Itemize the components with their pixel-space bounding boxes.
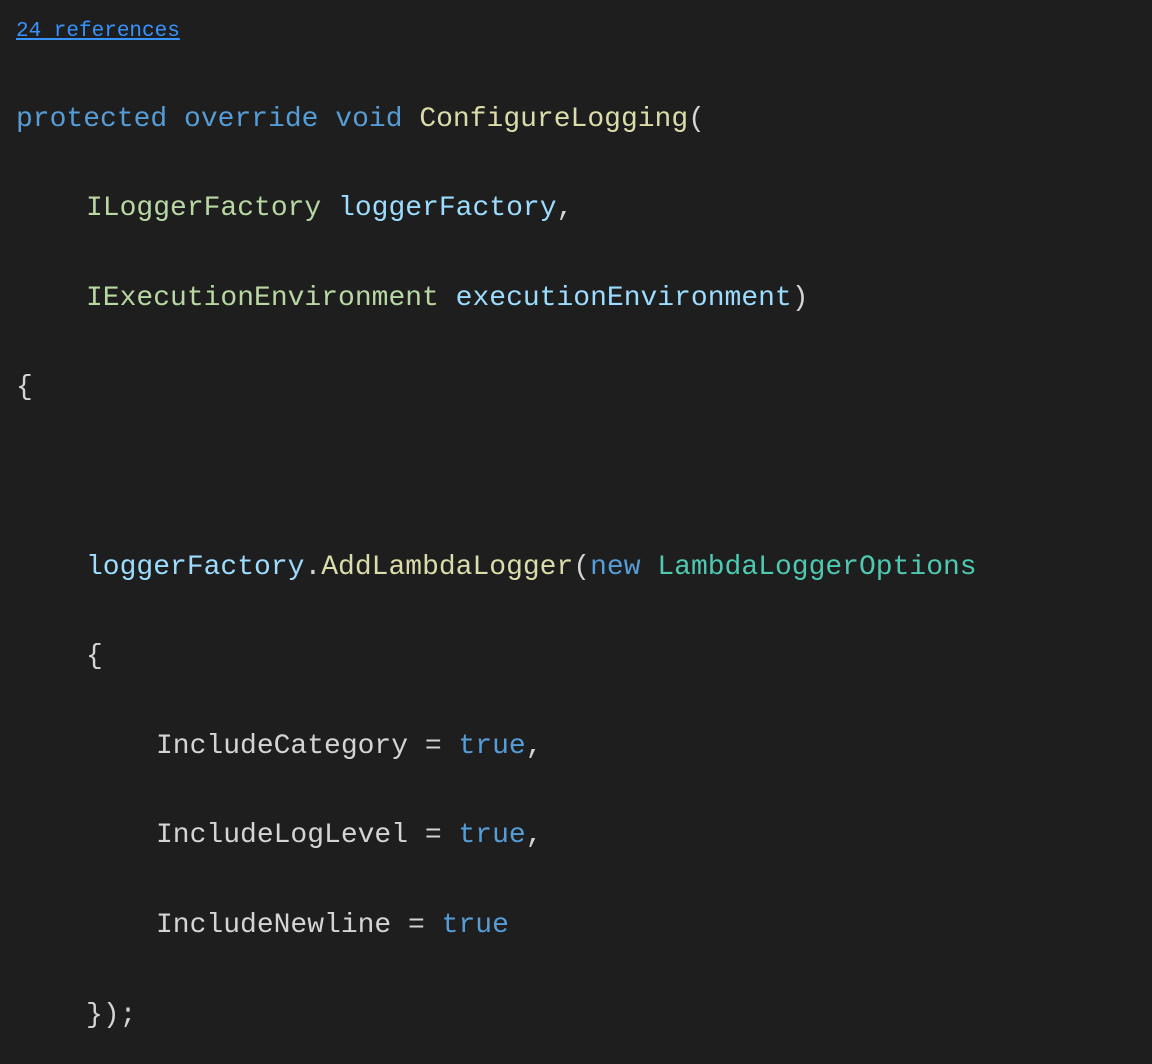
equals: =: [408, 731, 458, 762]
code-block[interactable]: protected override void ConfigureLogging…: [16, 53, 1136, 1064]
bool-true: true: [458, 731, 525, 762]
code-line-empty: [16, 456, 1136, 501]
code-line: IExecutionEnvironment executionEnvironme…: [16, 277, 1136, 322]
keyword-protected: protected: [16, 104, 167, 135]
keyword-override: override: [184, 104, 318, 135]
code-line: loggerFactory.AddLambdaLogger(new Lambda…: [16, 546, 1136, 591]
comma: ,: [526, 731, 543, 762]
paren-close: ): [103, 1000, 120, 1031]
object-loggerfactory: loggerFactory: [86, 552, 304, 583]
param-loggerfactory: loggerFactory: [338, 193, 556, 224]
semicolon: ;: [120, 1000, 137, 1031]
brace-close: }: [86, 1000, 103, 1031]
bool-true: true: [458, 820, 525, 851]
paren-open: (: [573, 552, 590, 583]
equals: =: [408, 820, 458, 851]
param-executionenvironment: executionEnvironment: [456, 283, 792, 314]
paren-open: (: [688, 104, 705, 135]
method-addlambdalogger: AddLambdaLogger: [321, 552, 573, 583]
type-iloggerfactory: ILoggerFactory: [86, 193, 321, 224]
code-line: {: [16, 366, 1136, 411]
type-iexecutionenvironment: IExecutionEnvironment: [86, 283, 439, 314]
class-lambdaloggeroptions: LambdaLoggerOptions: [657, 552, 976, 583]
code-line: IncludeNewline = true: [16, 904, 1136, 949]
keyword-new: new: [590, 552, 640, 583]
brace-open: {: [86, 641, 103, 672]
prop-includecategory: IncludeCategory: [156, 731, 408, 762]
bool-true: true: [442, 910, 509, 941]
brace-open: {: [16, 372, 33, 403]
prop-includeloglevel: IncludeLogLevel: [156, 820, 408, 851]
code-line: protected override void ConfigureLogging…: [16, 98, 1136, 143]
paren-close: ): [792, 283, 809, 314]
keyword-void: void: [335, 104, 402, 135]
comma: ,: [526, 820, 543, 851]
dot: .: [304, 552, 321, 583]
code-line: IncludeCategory = true,: [16, 725, 1136, 770]
prop-includenewline: IncludeNewline: [156, 910, 391, 941]
code-line: {: [16, 635, 1136, 680]
references-link[interactable]: 24 references: [16, 15, 180, 49]
code-line: ILoggerFactory loggerFactory,: [16, 187, 1136, 232]
equals: =: [391, 910, 441, 941]
code-line: IncludeLogLevel = true,: [16, 814, 1136, 859]
comma: ,: [557, 193, 574, 224]
code-line: });: [16, 994, 1136, 1039]
method-name: ConfigureLogging: [419, 104, 688, 135]
